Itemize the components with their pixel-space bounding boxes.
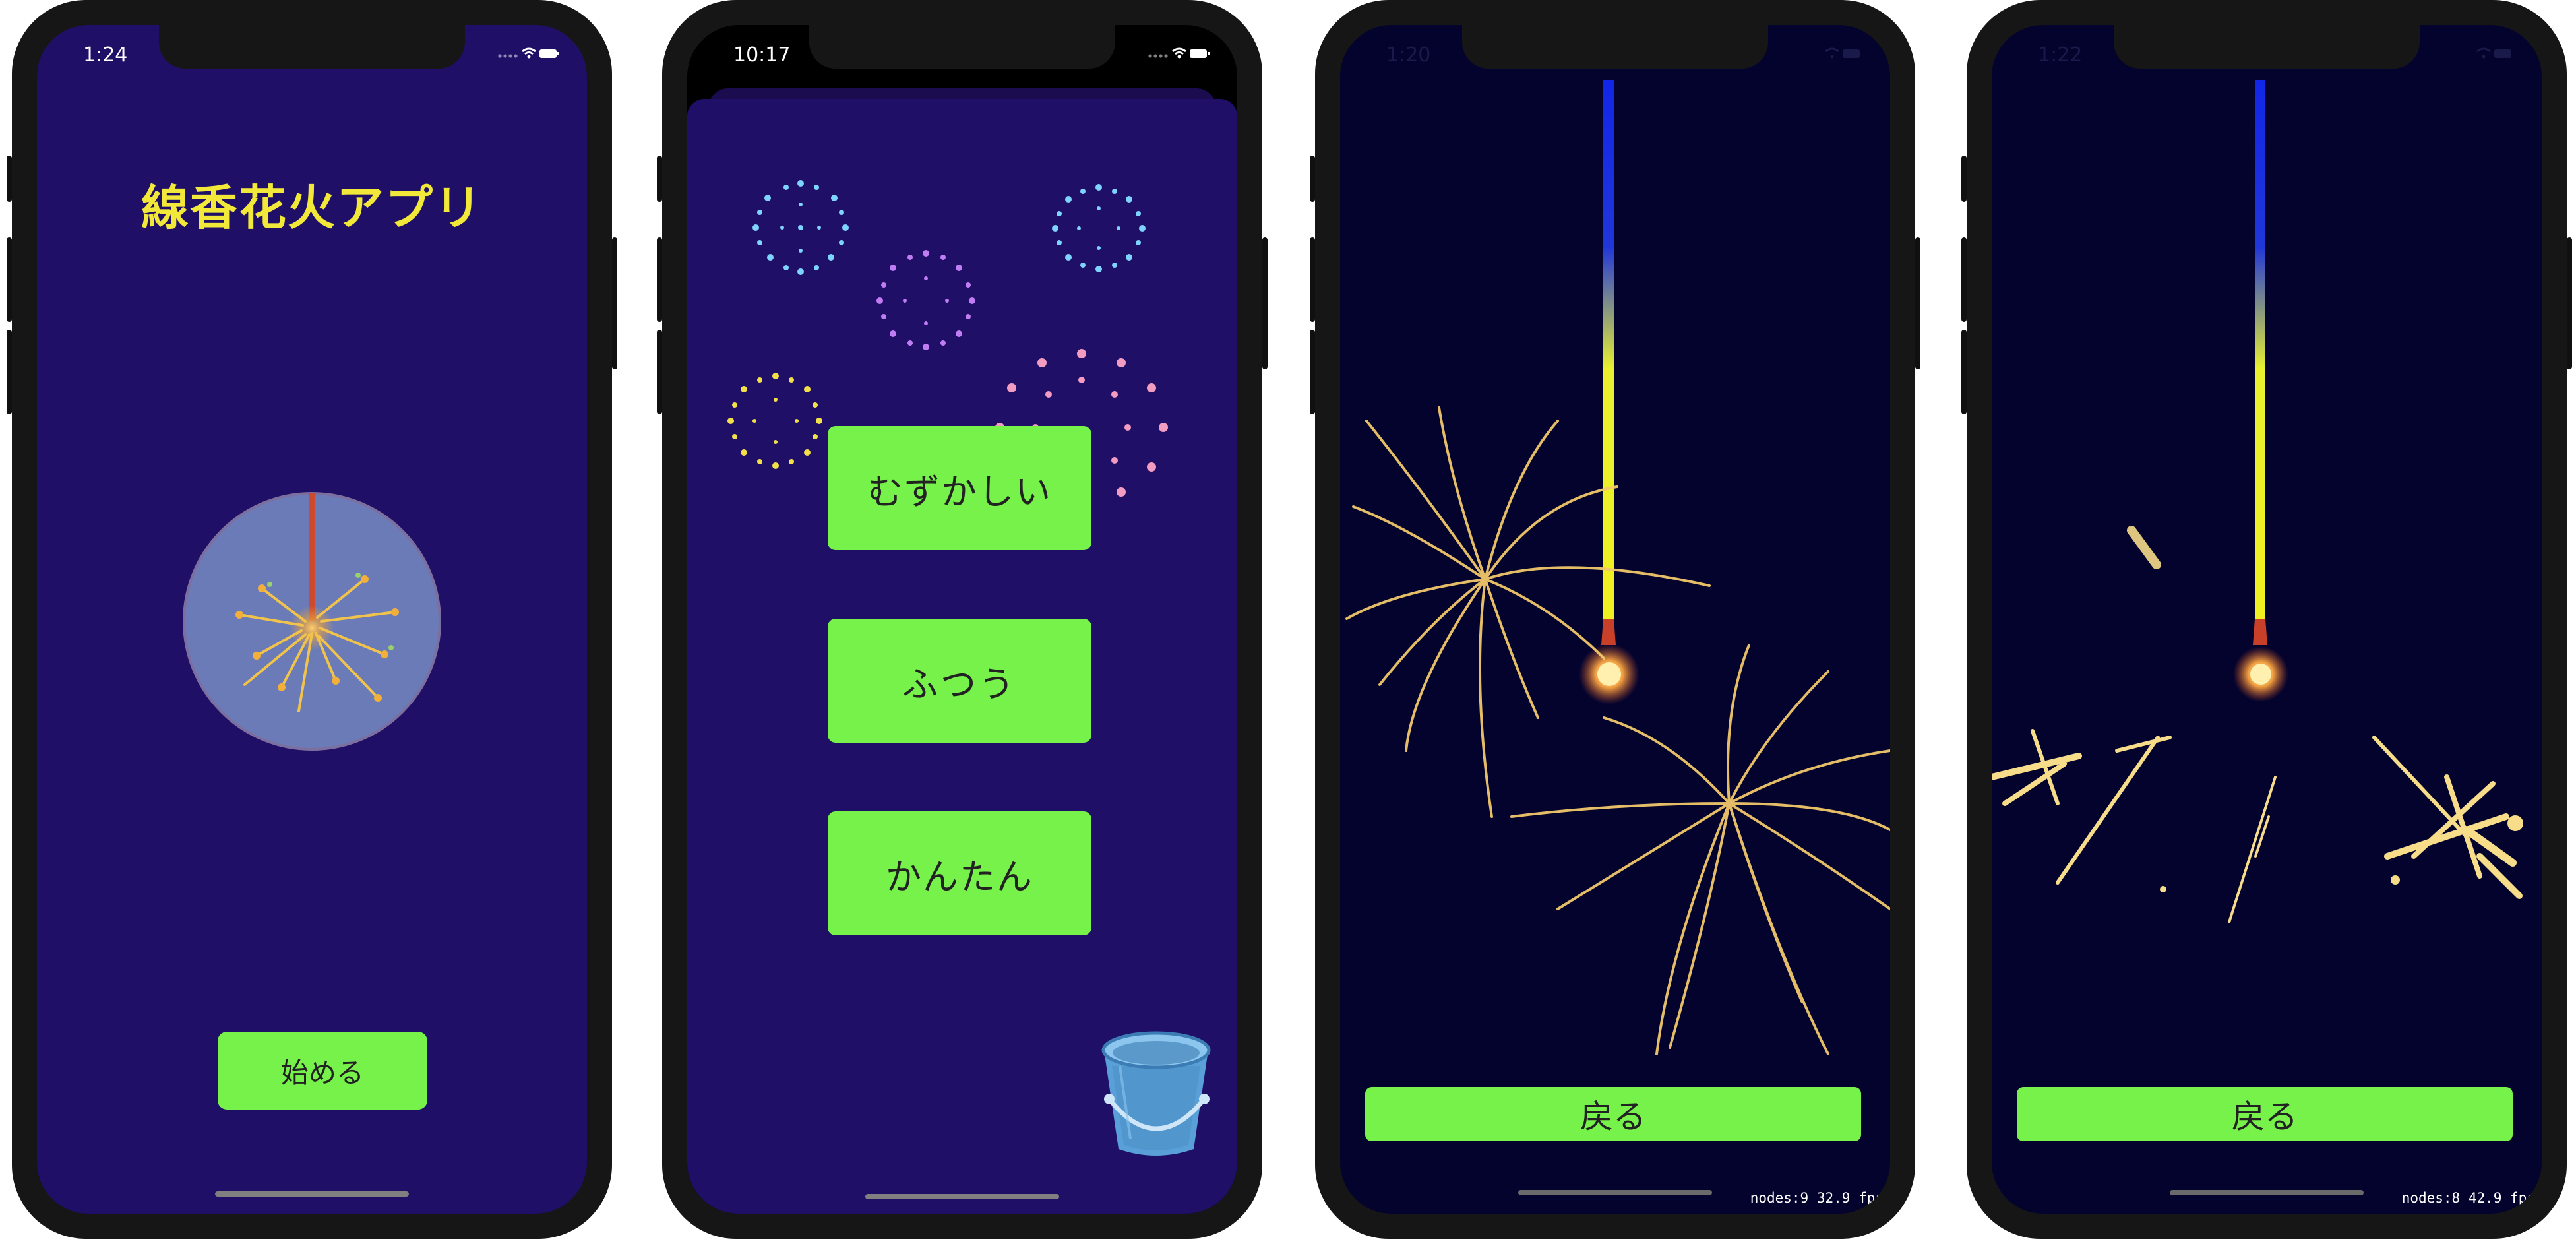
screen: 1:24 線香花火アプリ 始める (37, 25, 587, 1214)
phone-title-screen: 1:24 線香花火アプリ 始める (7, 0, 617, 1239)
back-button[interactable]: 戻る (2017, 1087, 2513, 1141)
side-button (1310, 237, 1315, 322)
sparkler-logo-icon (183, 492, 441, 751)
status-icons (2451, 46, 2517, 59)
bucket-icon (1101, 1031, 1211, 1156)
status-icons-glyphs (1148, 47, 1210, 59)
side-button (1961, 237, 1967, 322)
side-button (1961, 156, 1967, 202)
side-button (7, 237, 12, 322)
home-indicator (215, 1191, 409, 1197)
phone-game-screen-1: 1:20 戻る nodes:9 32.9 fps (1310, 0, 1920, 1239)
status-icons-glyphs (1825, 47, 1860, 59)
debug-stats: nodes:8 42.9 fps (2401, 1190, 2535, 1206)
home-indicator (1518, 1190, 1712, 1195)
side-button (2567, 237, 2572, 369)
phone-difficulty-screen: 10:17 むずかしい ふつう かんたん (657, 0, 1268, 1239)
phone-game-screen-2: 1:22 戻る nodes:8 42.9 fps (1961, 0, 2572, 1239)
difficulty-hard-button[interactable]: むずかしい (828, 426, 1091, 550)
screen: 10:17 むずかしい ふつう かんたん (687, 25, 1237, 1214)
status-icons (1146, 46, 1212, 59)
side-button (7, 156, 12, 202)
side-button (1262, 237, 1268, 369)
status-icons (1799, 46, 1865, 59)
status-time: 1:20 (1386, 44, 1431, 67)
side-button (1915, 237, 1920, 369)
app-title: 線香花火アプリ (140, 180, 483, 235)
status-time: 1:22 (2038, 44, 2083, 67)
notch (159, 25, 465, 69)
notch (2114, 25, 2420, 69)
sparkler-game-scene (1992, 80, 2523, 923)
status-icons (496, 46, 562, 59)
notch (1462, 25, 1768, 69)
screen: 1:22 戻る nodes:8 42.9 fps (1992, 25, 2542, 1214)
home-indicator (865, 1194, 1059, 1199)
sparkler-game-scene (1345, 80, 1890, 1055)
side-button (657, 156, 662, 202)
side-button (7, 330, 12, 414)
back-button[interactable]: 戻る (1365, 1087, 1861, 1141)
difficulty-normal-button[interactable]: ふつう (828, 619, 1091, 743)
status-icons-glyphs (498, 47, 559, 59)
screen: 1:20 戻る nodes:9 32.9 fps (1340, 25, 1890, 1214)
sheet-card: むずかしい ふつう かんたん (687, 99, 1237, 1214)
side-button (1310, 156, 1315, 202)
home-indicator (2170, 1190, 2364, 1195)
difficulty-easy-button[interactable]: かんたん (828, 811, 1091, 935)
status-time: 10:17 (733, 44, 791, 67)
side-button (612, 237, 617, 369)
status-time: 1:24 (83, 44, 128, 67)
debug-stats: nodes:9 32.9 fps (1750, 1190, 1884, 1206)
side-button (1961, 330, 1967, 414)
notch (809, 25, 1115, 69)
start-button[interactable]: 始める (218, 1032, 427, 1110)
side-button (1310, 330, 1315, 414)
status-icons-glyphs (2476, 47, 2511, 59)
side-button (657, 237, 662, 322)
side-button (657, 330, 662, 414)
